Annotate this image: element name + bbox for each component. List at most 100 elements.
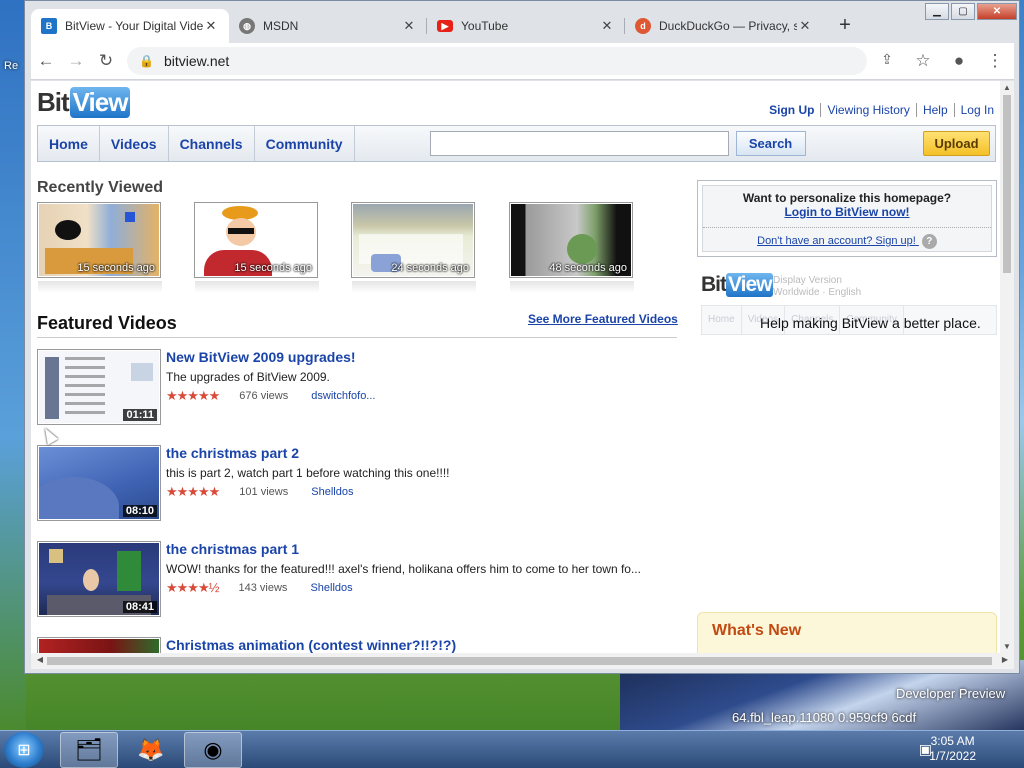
video-thumbnail[interactable]: 08:10 bbox=[37, 445, 161, 521]
video-description: The upgrades of BitView 2009. bbox=[166, 370, 330, 384]
scroll-down-icon[interactable]: ▼ bbox=[1000, 642, 1014, 651]
video-thumbnail[interactable]: 01:11 bbox=[37, 349, 161, 425]
tab-title: DuckDuckGo — Privacy, simplified bbox=[659, 19, 797, 33]
log-in-link[interactable]: Log In bbox=[953, 103, 1000, 117]
recent-video-thumbnail[interactable]: 48 seconds ago bbox=[509, 202, 634, 293]
start-button[interactable]: ⊞ bbox=[4, 732, 44, 768]
back-arrow-icon[interactable]: ← bbox=[31, 51, 61, 71]
sign-up-link[interactable]: Sign Up bbox=[763, 103, 820, 117]
horizontal-scrollbar[interactable]: ◀ ▶ bbox=[31, 653, 1014, 669]
close-tab-icon[interactable]: ✕ bbox=[401, 18, 417, 34]
vertical-scrollbar[interactable]: ▲ ▼ bbox=[1000, 81, 1014, 653]
recent-video-thumbnail[interactable]: 24 seconds ago bbox=[351, 202, 476, 293]
tab-duckduckgo[interactable]: d DuckDuckGo — Privacy, simplified ✕ bbox=[625, 9, 823, 43]
thumbnail-image bbox=[39, 639, 159, 653]
site-search-input[interactable] bbox=[429, 131, 729, 156]
video-title-link[interactable]: the christmas part 2 bbox=[166, 445, 299, 461]
close-window-button[interactable]: ✕ bbox=[977, 3, 1017, 20]
tab-strip: B BitView - Your Digital Video ✕ ◍ MSDN … bbox=[31, 9, 859, 43]
chrome-icon[interactable]: ◉ bbox=[184, 732, 242, 768]
scrollbar-thumb[interactable] bbox=[47, 657, 992, 665]
personalize-question: Want to personalize this homepage? bbox=[742, 191, 952, 205]
clock-time: 3:05 AM bbox=[930, 734, 975, 748]
tab-youtube[interactable]: ▶ YouTube ✕ bbox=[427, 9, 625, 43]
address-bar[interactable]: 🔒 bitview.net bbox=[127, 47, 867, 75]
help-link[interactable]: Help bbox=[915, 103, 954, 117]
minimize-button[interactable]: ▁ bbox=[925, 3, 949, 20]
preview-nav-item: Home bbox=[702, 306, 742, 334]
personalize-inner: Want to personalize this homepage? Login… bbox=[702, 185, 992, 252]
video-duration: 08:10 bbox=[122, 505, 157, 517]
browser-toolbar: ← → ↻ 🔒 bitview.net ⇪ ☆ ● ⋮ bbox=[31, 43, 1014, 80]
featured-videos-heading: Featured Videos bbox=[37, 313, 177, 333]
firefox-icon[interactable]: 🦊 bbox=[122, 732, 180, 768]
logo-bit: Bit bbox=[701, 273, 727, 296]
nav-community[interactable]: Community bbox=[255, 126, 355, 161]
taskbar: ⊞ 🗂 🦊 ◉ ▣ 3:05 AM 1/7/2022 bbox=[0, 730, 1024, 768]
tab-bitview[interactable]: B BitView - Your Digital Video ✕ bbox=[31, 9, 229, 43]
featured-video-item: 01:11 New BitView 2009 upgrades! The upg… bbox=[37, 349, 687, 425]
thumbnail-image: 24 seconds ago bbox=[353, 204, 473, 276]
nav-channels[interactable]: Channels bbox=[169, 126, 255, 161]
scroll-left-icon[interactable]: ◀ bbox=[33, 655, 47, 664]
video-duration: 01:11 bbox=[123, 409, 157, 421]
bitview-favicon-icon: B bbox=[41, 18, 57, 34]
video-thumbnail[interactable]: 08:41 bbox=[37, 541, 161, 617]
nav-home[interactable]: Home bbox=[38, 126, 100, 161]
video-title-link[interactable]: the christmas part 1 bbox=[166, 541, 299, 557]
uploader-link[interactable]: Shelldos bbox=[311, 486, 353, 498]
bitview-logo[interactable]: Bit View bbox=[37, 87, 131, 118]
thumbnail-reflection bbox=[195, 281, 319, 293]
scroll-up-icon[interactable]: ▲ bbox=[1000, 83, 1014, 92]
tab-title: BitView - Your Digital Video bbox=[65, 19, 203, 33]
reload-icon[interactable]: ↻ bbox=[91, 51, 121, 71]
close-tab-icon[interactable]: ✕ bbox=[797, 18, 813, 34]
video-description: this is part 2, watch part 1 before watc… bbox=[166, 466, 450, 480]
menu-kebab-icon[interactable]: ⋮ bbox=[980, 51, 1010, 71]
scroll-right-icon[interactable]: ▶ bbox=[998, 655, 1012, 664]
view-count: 143 views bbox=[238, 582, 288, 594]
maximize-button[interactable]: ▢ bbox=[951, 3, 975, 20]
tab-msdn[interactable]: ◍ MSDN ✕ bbox=[229, 9, 427, 43]
uploader-link[interactable]: Shelldos bbox=[310, 582, 352, 594]
url-text[interactable]: bitview.net bbox=[164, 53, 229, 69]
close-tab-icon[interactable]: ✕ bbox=[203, 18, 219, 34]
share-icon[interactable]: ⇪ bbox=[872, 51, 902, 71]
help-question-icon[interactable]: ? bbox=[921, 234, 937, 249]
signup-link[interactable]: Don't have an account? Sign up! bbox=[757, 235, 916, 247]
video-title-link[interactable]: Christmas animation (contest winner?!!?!… bbox=[166, 637, 456, 653]
upload-button[interactable]: Upload bbox=[923, 131, 990, 156]
login-link[interactable]: Login to BitView now! bbox=[703, 205, 991, 219]
forward-arrow-icon[interactable]: → bbox=[61, 51, 91, 71]
new-tab-button[interactable]: + bbox=[831, 12, 859, 40]
search-button[interactable]: Search bbox=[735, 131, 806, 156]
scrollbar-thumb[interactable] bbox=[1003, 95, 1011, 273]
page-viewport: Bit View Sign Up Viewing History Help Lo… bbox=[31, 81, 1000, 653]
nav-videos[interactable]: Videos bbox=[100, 126, 169, 161]
time-ago: 15 seconds ago bbox=[234, 262, 312, 274]
video-meta: ★★★★★ 101 views Shelldos bbox=[166, 484, 353, 500]
video-thumbnail[interactable] bbox=[37, 637, 161, 653]
viewing-history-link[interactable]: Viewing History bbox=[820, 103, 915, 117]
close-tab-icon[interactable]: ✕ bbox=[599, 18, 615, 34]
video-title-link[interactable]: New BitView 2009 upgrades! bbox=[166, 349, 356, 365]
bookmark-star-icon[interactable]: ☆ bbox=[908, 51, 938, 71]
preview-logo: Bit View bbox=[701, 273, 774, 297]
time-ago: 15 seconds ago bbox=[77, 262, 155, 274]
recent-video-thumbnail[interactable]: 15 seconds ago bbox=[194, 202, 319, 293]
star-rating-icon: ★★★★★ bbox=[166, 388, 220, 403]
preview-subtitle-line2: Worldwide · English bbox=[773, 287, 862, 298]
system-clock[interactable]: 3:05 AM 1/7/2022 bbox=[929, 734, 976, 764]
toolbar-actions: ⇪ ☆ ● ⋮ bbox=[872, 51, 1014, 71]
whats-new-heading: What's New bbox=[712, 622, 802, 639]
profile-avatar-icon[interactable]: ● bbox=[944, 51, 974, 71]
recent-video-thumbnail[interactable]: 15 seconds ago bbox=[37, 202, 162, 293]
lock-icon[interactable]: 🔒 bbox=[139, 54, 154, 68]
uploader-link[interactable]: dswitchfofo... bbox=[311, 390, 375, 402]
thumbnail-image: 15 seconds ago bbox=[39, 204, 159, 276]
tooltip: Help making BitView a better place. bbox=[760, 315, 981, 331]
see-more-featured-link[interactable]: See More Featured Videos bbox=[528, 312, 678, 326]
video-description: WOW! thanks for the featured!!! axel's f… bbox=[166, 562, 641, 576]
thumbnail-image: 08:10 bbox=[39, 447, 159, 519]
file-explorer-icon[interactable]: 🗂 bbox=[60, 732, 118, 768]
